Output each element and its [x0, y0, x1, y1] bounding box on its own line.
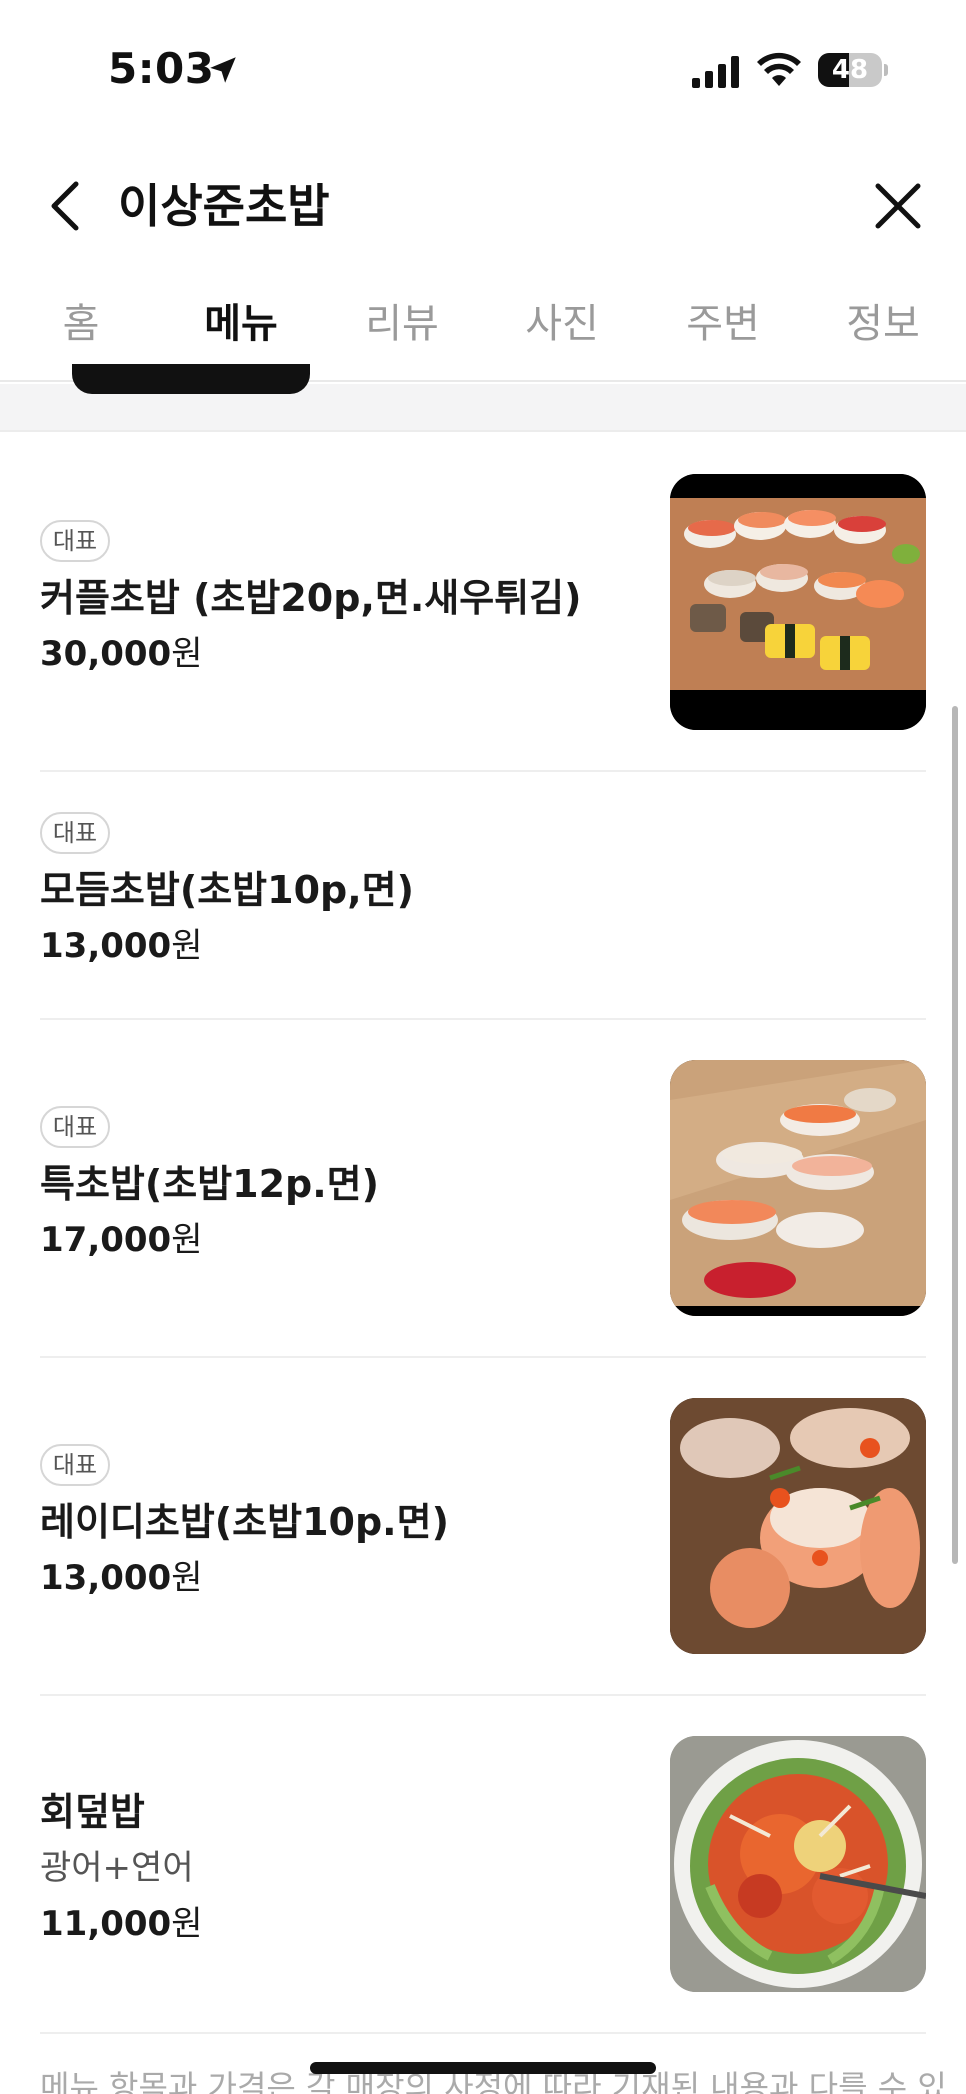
- status-bar: 5:03 48: [0, 0, 966, 140]
- page-title: 이상준초밥: [118, 179, 330, 233]
- signature-badge: 대표: [40, 812, 110, 854]
- menu-item-description: 광어+연어: [40, 1848, 194, 1888]
- menu-item-name: 회덮밥: [40, 1790, 145, 1834]
- menu-item[interactable]: 대표 모듬초밥(초밥10p,면) 13,000원: [40, 772, 926, 1020]
- home-indicator[interactable]: [310, 2062, 656, 2074]
- screen: 5:03 48 이상준초밥 홈 메뉴 리뷰 사진 주변 정보 대표 커플초밥 (…: [0, 0, 966, 2094]
- torched-salmon-sushi-photo[interactable]: [670, 1398, 926, 1654]
- signature-badge: 대표: [40, 1106, 110, 1148]
- menu-item-name: 모듬초밥(초밥10p,면): [40, 868, 414, 912]
- menu-item-price: 11,000원: [40, 1904, 203, 1944]
- header: 이상준초밥: [0, 160, 966, 252]
- signature-badge: 대표: [40, 1444, 110, 1486]
- location-arrow-icon: [210, 57, 236, 83]
- battery-icon: 48: [818, 53, 888, 87]
- menu-item-name: 특초밥(초밥12p.면): [40, 1162, 380, 1206]
- menu-item-price: 17,000원: [40, 1220, 203, 1260]
- status-time: 5:03: [108, 44, 215, 93]
- tab-photos[interactable]: 사진: [487, 296, 637, 352]
- menu-item-name: 커플초밥 (초밥20p,면.새우튀김): [40, 576, 582, 620]
- scrollbar[interactable]: [952, 706, 958, 1564]
- hoedeopbap-bowl-photo[interactable]: [670, 1736, 926, 1992]
- battery-level: 48: [831, 55, 869, 85]
- menu-item-price: 13,000원: [40, 926, 203, 966]
- sushi-board-photo[interactable]: [670, 1060, 926, 1316]
- menu-item-name: 레이디초밥(초밥10p.면): [40, 1500, 449, 1544]
- menu-item-price: 13,000원: [40, 1558, 203, 1598]
- sushi-platter-photo[interactable]: [670, 474, 926, 730]
- tab-home[interactable]: 홈: [6, 296, 156, 352]
- scrolled-chip: [72, 364, 310, 394]
- menu-item[interactable]: 대표 커플초밥 (초밥20p,면.새우튀김) 30,000원: [40, 434, 926, 772]
- menu-item[interactable]: 대표 특초밥(초밥12p.면) 17,000원: [40, 1020, 926, 1358]
- close-icon[interactable]: [870, 178, 926, 234]
- tab-info[interactable]: 정보: [808, 296, 958, 352]
- wifi-icon: [757, 52, 801, 86]
- tab-nearby[interactable]: 주변: [648, 296, 798, 352]
- tab-review[interactable]: 리뷰: [327, 296, 477, 352]
- tab-menu[interactable]: 메뉴: [166, 296, 316, 352]
- menu-item[interactable]: 회덮밥 광어+연어 11,000원: [40, 1696, 926, 2034]
- menu-item[interactable]: 대표 레이디초밥(초밥10p.면) 13,000원: [40, 1358, 926, 1696]
- menu-item-price: 30,000원: [40, 634, 203, 674]
- chevron-left-icon[interactable]: [42, 176, 92, 236]
- signature-badge: 대표: [40, 520, 110, 562]
- cellular-signal-icon: [692, 56, 739, 88]
